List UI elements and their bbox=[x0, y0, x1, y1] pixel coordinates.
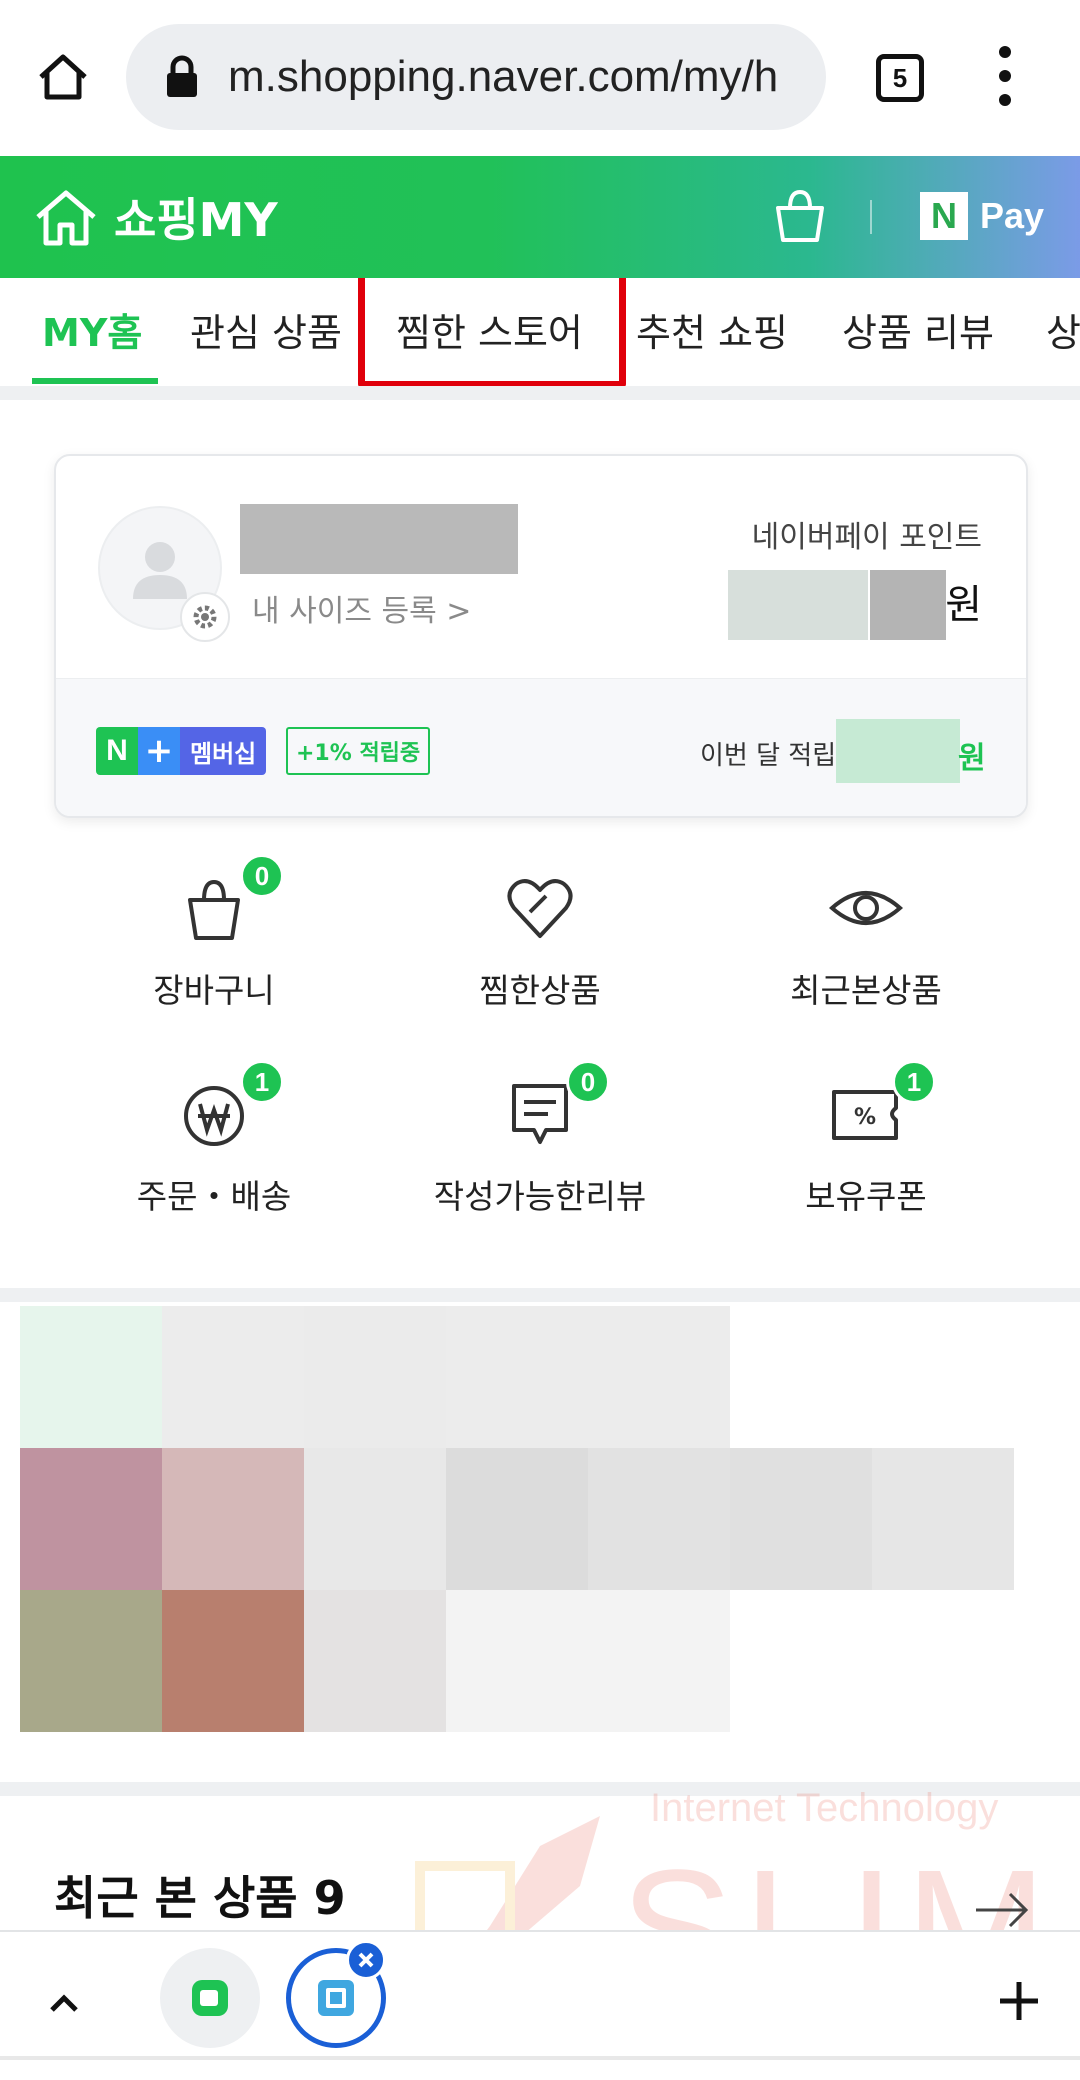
mosaic-cell bbox=[162, 1306, 304, 1448]
menu-label: 작성가능한리뷰 bbox=[433, 1177, 647, 1216]
shopping-header: 쇼핑MY N Pay bbox=[0, 156, 1080, 278]
mosaic-cell bbox=[162, 1590, 304, 1732]
svg-text:%: % bbox=[854, 1105, 876, 1130]
mosaic-cell bbox=[304, 1448, 446, 1590]
menu-recent-viewed[interactable]: 최근본상품 bbox=[716, 868, 1016, 1038]
point-value-redacted bbox=[728, 570, 868, 640]
eye-icon bbox=[828, 891, 904, 925]
profile-card: 내 사이즈 등록 > 네이버페이 포인트 원 N + 멤버십 +1% 적립중 이… bbox=[54, 454, 1028, 818]
menu-liked-products[interactable]: 찜한상품 bbox=[390, 868, 690, 1038]
coupons-count-badge: 1 bbox=[892, 1060, 936, 1104]
menu-label: 주문・배송 bbox=[136, 1177, 292, 1216]
membership-badge[interactable]: N + 멤버십 bbox=[96, 727, 267, 775]
browser-toolbar: m.shopping.naver.com/my/h 5 bbox=[0, 0, 1080, 156]
mosaic-cell bbox=[20, 1306, 162, 1448]
orders-count-badge: 1 bbox=[240, 1060, 284, 1104]
kebab-menu-icon[interactable] bbox=[990, 46, 1020, 106]
mosaic-cell bbox=[446, 1448, 588, 1590]
home-icon[interactable] bbox=[30, 44, 96, 110]
divider bbox=[0, 1782, 1080, 1796]
mosaic-cell bbox=[162, 1448, 304, 1590]
npay-label: Pay bbox=[980, 195, 1045, 236]
membership-plus: + bbox=[138, 727, 180, 775]
tab-nav: MY홈 관심 상품 찜한 스토어 추천 쇼핑 상품 리뷰 상 bbox=[0, 278, 1080, 386]
tab-favicon-icon bbox=[318, 1980, 354, 2016]
tab-interest-products[interactable]: 관심 상품 bbox=[190, 302, 342, 357]
user-icon bbox=[133, 542, 187, 599]
page-title: 쇼핑MY bbox=[114, 193, 278, 247]
mosaic-cell bbox=[20, 1590, 162, 1732]
menu-label: 찜한상품 bbox=[479, 971, 601, 1010]
active-tab-indicator bbox=[32, 378, 158, 384]
npay-button[interactable]: N Pay bbox=[920, 192, 1044, 240]
divider bbox=[0, 1288, 1080, 1302]
npay-logo: N bbox=[920, 192, 968, 240]
mosaic-cell bbox=[446, 1306, 730, 1448]
divider bbox=[0, 386, 1080, 400]
recent-products-title[interactable]: 최근 본 상품 9 bbox=[54, 1862, 346, 1928]
menu-label: 보유쿠폰 bbox=[805, 1177, 927, 1216]
arrow-right-icon[interactable] bbox=[974, 1890, 1030, 1930]
highlight-annotation bbox=[358, 278, 626, 386]
mosaic-cell bbox=[872, 1448, 1014, 1590]
month-accrual-label: 이번 달 적립 bbox=[700, 741, 837, 771]
month-accrual-redacted bbox=[836, 719, 960, 783]
tab-group-chip[interactable] bbox=[160, 1948, 260, 2048]
membership-label: 멤버십 bbox=[180, 727, 267, 775]
membership-row: N + 멤버십 +1% 적립중 이번 달 적립 원 bbox=[56, 678, 1026, 816]
membership-n: N bbox=[96, 727, 138, 775]
size-register-link[interactable]: 내 사이즈 등록 > bbox=[252, 586, 471, 630]
chevron-up-icon[interactable] bbox=[44, 1984, 84, 2024]
close-icon[interactable] bbox=[346, 1940, 386, 1980]
menu-orders[interactable]: 1 주문・배송 bbox=[64, 1060, 364, 1244]
reviews-count-badge: 0 bbox=[566, 1060, 610, 1104]
mosaic-cell bbox=[304, 1306, 446, 1448]
header-divider bbox=[870, 200, 872, 234]
blurred-content bbox=[20, 1306, 1014, 1732]
cart-icon[interactable] bbox=[770, 186, 830, 246]
tab-more[interactable]: 상 bbox=[1046, 302, 1080, 357]
tab-my-home[interactable]: MY홈 bbox=[42, 302, 142, 357]
home-outline-icon bbox=[36, 190, 96, 246]
tab-recommended[interactable]: 추천 쇼핑 bbox=[636, 302, 788, 357]
point-value-redacted bbox=[870, 570, 946, 640]
mosaic-cell bbox=[304, 1590, 446, 1732]
heart-icon bbox=[507, 879, 573, 938]
mosaic-cell bbox=[20, 1448, 162, 1590]
month-accrual-unit: 원 bbox=[958, 741, 986, 776]
accrual-badge: +1% 적립중 bbox=[286, 727, 431, 775]
tab-reviews[interactable]: 상품 리뷰 bbox=[842, 302, 994, 357]
npay-point-label: 네이버페이 포인트 bbox=[751, 520, 982, 555]
gear-icon[interactable] bbox=[180, 592, 230, 642]
address-bar[interactable]: m.shopping.naver.com/my/h bbox=[126, 24, 826, 130]
plus-icon[interactable] bbox=[994, 1976, 1044, 2026]
menu-label: 최근본상품 bbox=[790, 971, 942, 1010]
nav-gesture-bar bbox=[0, 2056, 1080, 2060]
menu-coupons[interactable]: % 1 보유쿠폰 bbox=[716, 1060, 1016, 1244]
mosaic-cell bbox=[446, 1590, 730, 1732]
user-name-redacted bbox=[240, 504, 518, 574]
mosaic-cell bbox=[588, 1448, 730, 1590]
app-favicon-icon bbox=[192, 1980, 228, 2016]
mosaic-cell bbox=[730, 1448, 872, 1590]
menu-cart[interactable]: 0 장바구니 bbox=[64, 854, 364, 1038]
tab-switcher-button[interactable]: 5 bbox=[876, 54, 924, 102]
brand[interactable]: 쇼핑MY bbox=[34, 184, 278, 250]
lock-icon bbox=[167, 55, 197, 97]
url-text: m.shopping.naver.com/my/h bbox=[228, 52, 779, 101]
menu-label: 장바구니 bbox=[153, 971, 275, 1010]
menu-writable-reviews[interactable]: 0 작성가능한리뷰 bbox=[390, 1060, 690, 1244]
point-unit: 원 bbox=[945, 582, 982, 628]
cart-count-badge: 0 bbox=[240, 854, 284, 898]
